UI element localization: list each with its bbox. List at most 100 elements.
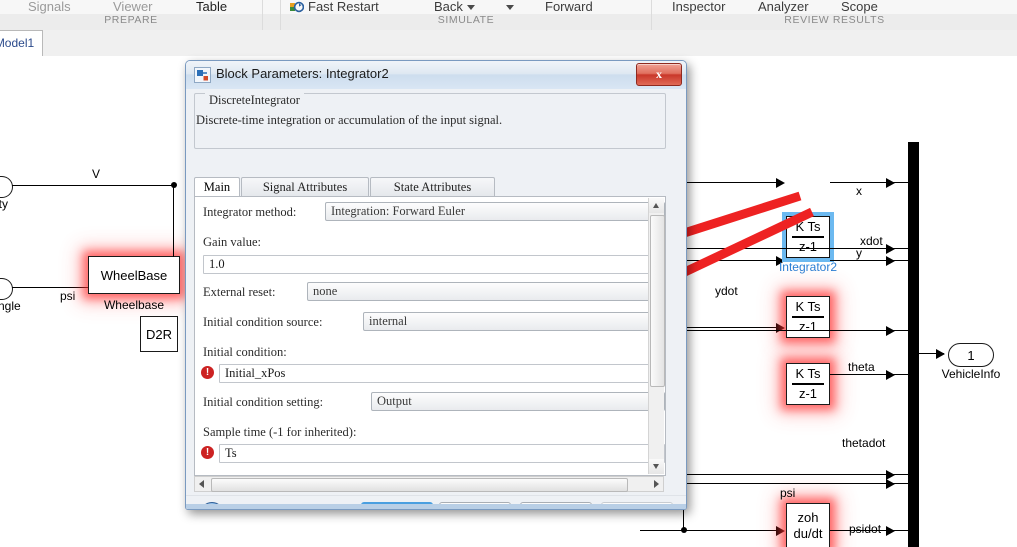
outport-vehicleinfo-caption: VehicleInfo — [941, 367, 1001, 381]
input-sample-time[interactable]: Ts — [219, 444, 665, 463]
toolstrip-viewer-button[interactable]: Viewer — [113, 0, 153, 14]
simulink-block-icon — [194, 67, 211, 83]
label-gain-value: Gain value: — [203, 235, 261, 249]
tab-signal-attributes[interactable]: Signal Attributes — [241, 177, 369, 197]
block-parameters-dialog[interactable]: Block Parameters: Integrator2 x Discrete… — [185, 60, 687, 510]
fast-restart-icon — [290, 1, 304, 13]
combo-initial-condition-setting[interactable]: Output — [371, 392, 665, 411]
scrollbar-thumb[interactable] — [211, 478, 628, 492]
toolstrip-inspector-button[interactable]: Inspector — [672, 0, 725, 14]
combo-integrator-method[interactable]: Integration: Forward Euler — [325, 202, 665, 221]
toolstrip-fast-restart-button[interactable]: Fast Restart — [308, 0, 379, 14]
wire-theta — [830, 374, 909, 376]
wire-arrow — [886, 178, 895, 188]
dialog-title-text: Block Parameters: Integrator2 — [216, 66, 389, 81]
tab-state-attributes[interactable]: State Attributes — [370, 177, 495, 197]
chevron-down-icon[interactable] — [506, 5, 514, 11]
wire-ydot-bus — [680, 330, 909, 332]
bus-output-port — [910, 356, 918, 359]
toolstrip-back-overflow-caret[interactable] — [502, 0, 514, 14]
scrollbar-thumb[interactable] — [650, 215, 665, 387]
input-gain-value[interactable]: 1.0 — [203, 255, 665, 274]
toolstrip-group-label-simulate: SIMULATE — [437, 14, 495, 26]
toolstrip-group-label-prepare: PREPARE — [104, 14, 158, 26]
block-integrator-y-denominator: z-1 — [798, 318, 818, 334]
dialog-horizontal-scrollbar[interactable] — [194, 476, 664, 492]
toolstrip-scope-button[interactable]: Scope — [841, 0, 878, 14]
wire-arrow — [886, 256, 895, 266]
tab-main[interactable]: Main — [194, 177, 240, 197]
signal-label-x: x — [856, 184, 862, 198]
block-integrator-y[interactable]: K Ts z-1 — [786, 296, 830, 338]
label-initial-condition-source: Initial condition source: — [203, 315, 323, 329]
dialog-title-bar[interactable]: Block Parameters: Integrator2 x — [186, 61, 686, 90]
wire-arrow — [886, 526, 895, 536]
scroll-left-icon[interactable] — [199, 480, 204, 488]
triangle-up-icon — [653, 203, 659, 208]
toolstrip-back-label: Back — [434, 0, 463, 14]
toolstrip-analyzer-button[interactable]: Analyzer — [758, 0, 809, 14]
dialog-description-text: Discrete-time integration or accumulatio… — [196, 113, 503, 127]
signal-label-psi-bus: psi — [780, 486, 796, 500]
wire-arrow — [886, 479, 895, 489]
wire-x — [830, 182, 909, 184]
error-icon-sample-time: ! — [201, 446, 214, 459]
fraction-bar — [791, 236, 825, 238]
scroll-right-icon[interactable] — [654, 480, 659, 488]
wire-arrow — [886, 244, 895, 254]
combo-initial-condition-source[interactable]: internal — [363, 312, 665, 331]
bus-creator[interactable] — [908, 142, 919, 547]
fraction-bar — [791, 316, 825, 318]
dialog-description-legend: DiscreteIntegrator — [205, 93, 304, 108]
toolstrip-signals-button[interactable]: Signals — [28, 0, 71, 14]
block-integrator-y-numerator: K Ts — [795, 299, 821, 315]
close-icon[interactable]: x — [636, 63, 682, 86]
dialog-body: DiscreteIntegrator Discrete-time integra… — [186, 89, 686, 509]
signal-label-ydot: ydot — [715, 284, 738, 298]
combo-external-reset[interactable]: none — [307, 282, 665, 301]
triangle-down-icon — [653, 464, 659, 469]
wire-velocity-branch — [173, 185, 175, 257]
model-tab-model1[interactable]: Model1 — [0, 30, 43, 57]
wire-arrow — [776, 178, 785, 188]
label-sample-time: Sample time (-1 for inherited): — [203, 425, 357, 439]
toolstrip-table-button[interactable]: Table — [196, 0, 227, 14]
signal-label-xdot: xdot — [860, 234, 883, 248]
scroll-up-icon[interactable] — [649, 198, 664, 213]
outport-vehicleinfo-number: 1 — [967, 347, 975, 363]
block-d2r[interactable]: D2R — [140, 316, 178, 352]
scroll-down-icon[interactable] — [649, 459, 664, 474]
block-wheelbase[interactable]: WheelBase — [88, 256, 180, 294]
inport-steering-angle[interactable] — [0, 278, 13, 300]
block-integrator2-caption: Integrator2 — [778, 260, 838, 274]
dialog-parameter-pane[interactable]: Integrator method: Integration: Forward … — [194, 196, 666, 476]
wire-arrow — [776, 526, 785, 536]
chevron-down-icon[interactable] — [466, 5, 475, 11]
wire-y — [830, 260, 909, 262]
label-initial-condition-setting: Initial condition setting: — [203, 395, 324, 409]
block-integrator-theta[interactable]: K Ts z-1 — [786, 363, 830, 405]
block-d2r-text: D2R — [145, 326, 172, 342]
wire-to-zoh — [640, 530, 780, 532]
block-integrator2[interactable]: K Ts z-1 — [786, 216, 830, 258]
wire-arrow — [886, 326, 895, 336]
block-integrator-theta-numerator: K Ts — [795, 366, 821, 382]
wire-arrow — [886, 370, 895, 380]
toolstrip-forward-button[interactable]: Forward — [545, 0, 593, 14]
label-initial-condition: Initial condition: — [203, 345, 287, 359]
block-zoh-line1: zoh — [797, 510, 819, 525]
inport-steering-angle-label: Angle — [0, 299, 21, 313]
block-zoh-line2: du/dt — [793, 526, 823, 541]
outport-vehicleinfo[interactable]: 1 — [948, 343, 994, 367]
input-initial-condition[interactable]: Initial_xPos — [219, 364, 665, 383]
toolstrip-back-button[interactable]: Back — [434, 0, 475, 14]
wire-velocity — [12, 185, 174, 187]
block-wheelbase-caption: Wheelbase — [103, 298, 165, 312]
dialog-vertical-scrollbar[interactable] — [648, 198, 665, 474]
block-integrator2-numerator: K Ts — [795, 219, 821, 235]
block-zoh-derivative[interactable]: zoh du/dt — [786, 503, 830, 547]
signal-label-psidot: psidot — [849, 522, 882, 536]
label-external-reset: External reset: — [203, 285, 276, 299]
wire-to-integrator-theta — [680, 327, 780, 329]
inport-velocity[interactable] — [0, 176, 13, 198]
